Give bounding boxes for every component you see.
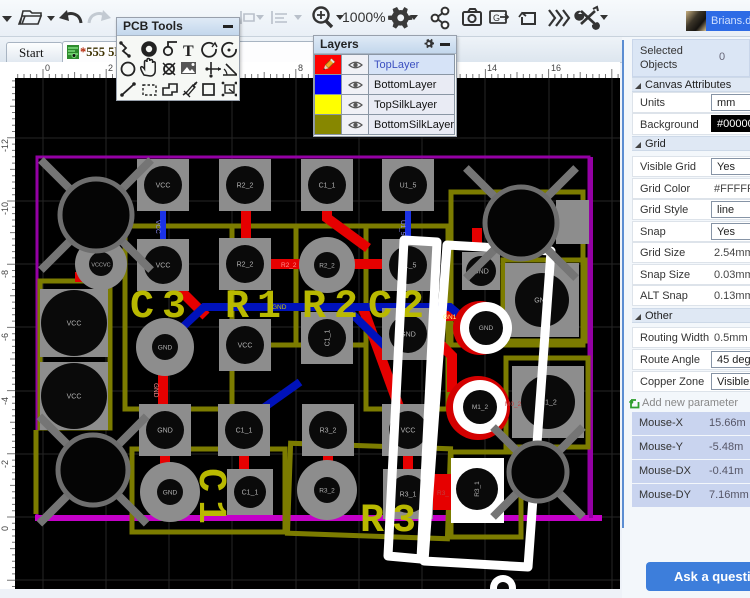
svg-text:0: 0 bbox=[0, 526, 10, 531]
svg-text:8: 8 bbox=[298, 63, 303, 73]
svg-text:R2_2: R2_2 bbox=[237, 262, 254, 269]
svg-text:G: G bbox=[493, 13, 500, 23]
svg-text:-10: -10 bbox=[0, 202, 10, 215]
svg-text:-8: -8 bbox=[0, 270, 10, 278]
svg-text:2: 2 bbox=[108, 63, 113, 73]
svg-text:VCC: VCC bbox=[156, 263, 171, 270]
svg-text:GND: GND bbox=[272, 304, 287, 311]
svg-text:C1_1: C1_1 bbox=[319, 183, 336, 190]
svg-text:VCCVC: VCCVC bbox=[91, 263, 110, 269]
svg-text:M0_2: M0_2 bbox=[505, 401, 522, 408]
svg-text:R3_2: R3_2 bbox=[320, 428, 337, 435]
svg-text:R2: R2 bbox=[302, 285, 366, 330]
svg-text:14: 14 bbox=[487, 63, 497, 73]
svg-text:R3_1: R3_1 bbox=[474, 481, 481, 497]
svg-text:R3_: R3_ bbox=[437, 490, 449, 497]
svg-text:C1_1: C1_1 bbox=[242, 490, 259, 497]
svg-text:R2_2: R2_2 bbox=[281, 262, 297, 269]
svg-text:-2: -2 bbox=[0, 460, 10, 468]
svg-text:GND: GND bbox=[157, 428, 173, 435]
svg-text:R2_2: R2_2 bbox=[319, 263, 335, 270]
svg-text:GN1: GN1 bbox=[443, 314, 457, 321]
svg-text:-4: -4 bbox=[0, 397, 10, 405]
svg-text:-6: -6 bbox=[0, 333, 10, 341]
svg-text:16: 16 bbox=[551, 63, 561, 73]
svg-text:C1_1: C1_1 bbox=[325, 330, 332, 347]
svg-text:GND: GND bbox=[152, 383, 159, 398]
svg-text:R2_2: R2_2 bbox=[237, 183, 254, 190]
svg-text:VCC: VCC bbox=[401, 428, 416, 435]
svg-text:GND: GND bbox=[163, 490, 178, 497]
svg-text:M1_2: M1_2 bbox=[472, 404, 489, 411]
svg-text:GND: GND bbox=[158, 345, 173, 352]
svg-text:R3_1: R3_1 bbox=[400, 492, 417, 499]
svg-text:C1: C1 bbox=[187, 468, 232, 532]
svg-text:VCC: VCC bbox=[238, 343, 253, 350]
svg-text:0: 0 bbox=[45, 63, 50, 73]
svg-text:VCC: VCC bbox=[67, 394, 82, 401]
svg-text:GND: GND bbox=[479, 325, 494, 332]
svg-text:1000%: 1000% bbox=[342, 9, 386, 25]
svg-text:-12: -12 bbox=[0, 139, 10, 152]
svg-text:VCC: VCC bbox=[154, 220, 161, 234]
svg-text:VCC: VCC bbox=[67, 321, 82, 328]
svg-text:C1_1: C1_1 bbox=[236, 428, 253, 435]
svg-text:VCC: VCC bbox=[156, 183, 171, 190]
svg-text:T: T bbox=[183, 43, 194, 60]
svg-text:C3: C3 bbox=[130, 285, 194, 330]
svg-text:U1_5: U1_5 bbox=[399, 220, 406, 236]
svg-text:U1_5: U1_5 bbox=[400, 183, 417, 190]
svg-text:R3_2: R3_2 bbox=[319, 488, 335, 495]
